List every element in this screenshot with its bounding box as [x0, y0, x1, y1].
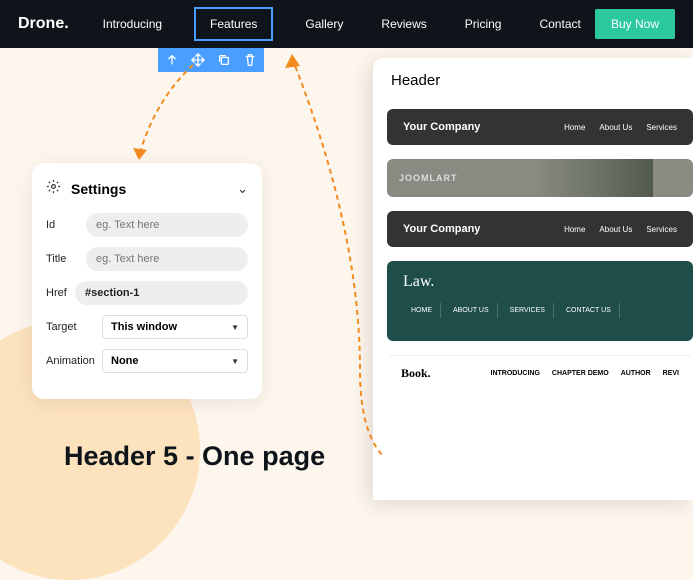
target-label: Target — [46, 321, 102, 333]
nav-features[interactable]: Features — [194, 7, 273, 41]
settings-panel: Settings ⌄ Id Title Href Target This win… — [32, 163, 262, 399]
preview-brand: JOOMLART — [399, 173, 458, 183]
id-label: Id — [46, 219, 86, 231]
gear-icon — [46, 179, 61, 199]
preview-brand: Law. — [387, 261, 693, 303]
logo: Drone. — [18, 15, 69, 33]
preview-links: Home About Us Services — [564, 225, 677, 234]
preview-links: HOME ABOUT US SERVICES CONTACT US — [387, 303, 693, 328]
preview-links: Home About Us Services — [564, 123, 677, 132]
delete-icon[interactable] — [242, 52, 258, 68]
nav-items: Introducing Features Gallery Reviews Pri… — [97, 7, 595, 41]
header-preview-panel: Header Your Company Home About Us Servic… — [373, 58, 693, 500]
preview-brand: Book. — [401, 366, 431, 381]
header-preview-2[interactable]: JOOMLART — [387, 159, 693, 197]
arrow-up-icon[interactable] — [164, 52, 180, 68]
copy-icon[interactable] — [216, 52, 232, 68]
animation-select[interactable]: None — [102, 349, 248, 373]
settings-title: Settings — [71, 181, 227, 197]
nav-reviews[interactable]: Reviews — [375, 7, 432, 41]
preview-brand: Your Company — [403, 121, 564, 133]
nav-gallery[interactable]: Gallery — [299, 7, 349, 41]
move-icon[interactable] — [190, 52, 206, 68]
header-preview-1[interactable]: Your Company Home About Us Services — [387, 109, 693, 145]
nav-contact[interactable]: Contact — [533, 7, 586, 41]
header-panel-title: Header — [391, 72, 693, 89]
header-preview-5[interactable]: Book. INTRODUCING CHAPTER DEMO AUTHOR RE… — [387, 355, 693, 391]
animation-label: Animation — [46, 355, 102, 367]
arrow-annotation — [125, 60, 205, 170]
header-preview-4[interactable]: Law. HOME ABOUT US SERVICES CONTACT US — [387, 261, 693, 341]
target-select[interactable]: This window — [102, 315, 248, 339]
preview-links: INTRODUCING CHAPTER DEMO AUTHOR REVI — [491, 370, 679, 377]
top-nav: Drone. Introducing Features Gallery Revi… — [0, 0, 693, 48]
buy-now-button[interactable]: Buy Now — [595, 9, 675, 39]
href-label: Href — [46, 287, 75, 299]
title-label: Title — [46, 253, 86, 265]
section-title: Header 5 - One page — [64, 441, 325, 472]
nav-pricing[interactable]: Pricing — [459, 7, 508, 41]
title-input[interactable] — [86, 247, 248, 271]
chevron-down-icon[interactable]: ⌄ — [237, 181, 248, 197]
header-preview-3[interactable]: Your Company Home About Us Services — [387, 211, 693, 247]
id-input[interactable] — [86, 213, 248, 237]
href-input[interactable] — [75, 281, 248, 305]
element-toolbar — [158, 48, 264, 72]
nav-introducing[interactable]: Introducing — [97, 7, 168, 41]
preview-brand: Your Company — [403, 223, 564, 235]
